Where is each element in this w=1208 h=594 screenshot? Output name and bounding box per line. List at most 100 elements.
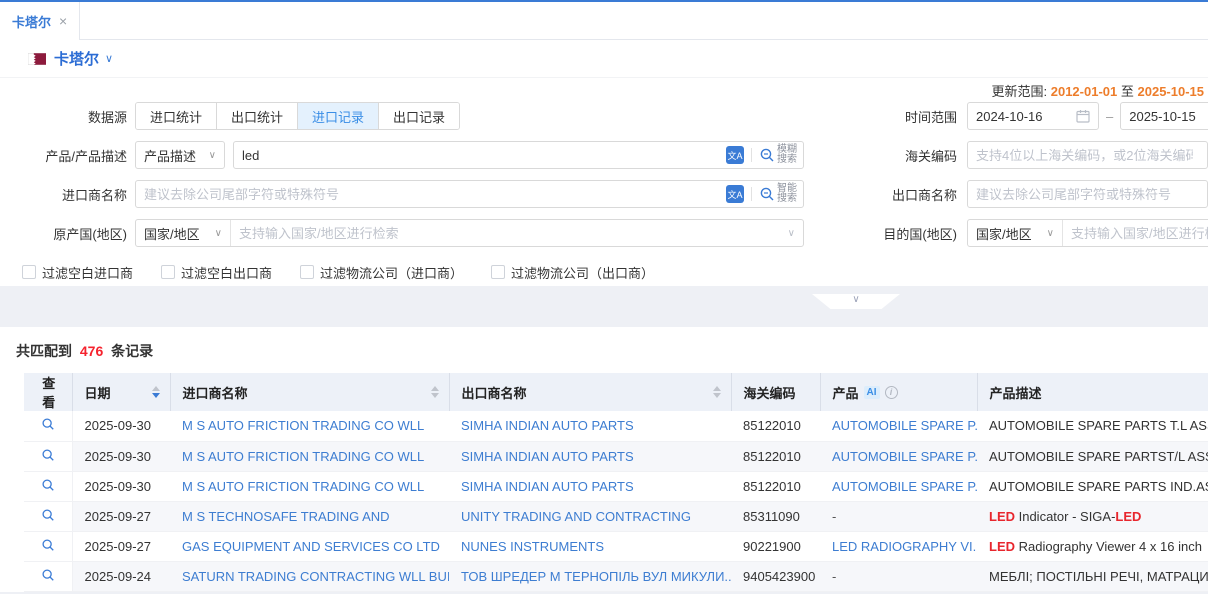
table-body: 2025-09-30M S AUTO FRICTION TRADING CO W… bbox=[24, 411, 1208, 591]
checkbox-box[interactable] bbox=[161, 265, 175, 279]
date-to-input[interactable]: 2025-10-15 bbox=[1120, 102, 1208, 130]
importer-link[interactable]: M S AUTO FRICTION TRADING CO WLL bbox=[182, 479, 424, 494]
collapse-filters-button[interactable]: ∨ bbox=[812, 294, 900, 309]
select-chevron-down-icon: ∨ bbox=[215, 228, 222, 239]
column-header[interactable]: 出口商名称 bbox=[449, 373, 731, 411]
table-row: 2025-09-27GAS EQUIPMENT AND SERVICES CO … bbox=[24, 531, 1208, 561]
view-magnifier-icon bbox=[41, 448, 55, 462]
update-range-to-word: 至 bbox=[1121, 84, 1134, 99]
view-record-button[interactable] bbox=[41, 568, 55, 582]
product-link[interactable]: AUTOMOBILE SPARE P... bbox=[832, 418, 977, 433]
exporter-search-box bbox=[967, 180, 1208, 208]
sort-desc-icon[interactable] bbox=[152, 393, 160, 398]
sort-asc-icon[interactable] bbox=[152, 386, 160, 391]
results-table: 查看日期进口商名称出口商名称海关编码产品AIi产品描述 2025-09-30M … bbox=[24, 373, 1208, 592]
info-icon[interactable]: i bbox=[885, 386, 898, 399]
date-from-input[interactable]: 2024-10-16 bbox=[967, 102, 1099, 130]
ai-badge: AI bbox=[864, 386, 880, 399]
view-record-button[interactable] bbox=[41, 538, 55, 552]
divider bbox=[751, 148, 752, 162]
column-header[interactable]: 进口商名称 bbox=[170, 373, 449, 411]
exporter-input[interactable] bbox=[968, 182, 1201, 206]
importer-link[interactable]: SATURN TRADING CONTRACTING WLL BUI... bbox=[182, 569, 449, 584]
view-record-button[interactable] bbox=[41, 478, 55, 492]
importer-link[interactable]: GAS EQUIPMENT AND SERVICES CO LTD bbox=[182, 539, 440, 554]
view-record-button[interactable] bbox=[41, 417, 55, 431]
filter-checkbox[interactable]: 过滤物流公司（进口商） bbox=[300, 263, 463, 282]
origin-country-select[interactable]: 国家/地区 ∨ bbox=[136, 220, 231, 246]
sort-desc-icon[interactable] bbox=[431, 393, 439, 398]
checkbox-label: 过滤空白出口商 bbox=[181, 263, 272, 282]
column-header[interactable]: 日期 bbox=[72, 373, 170, 411]
sort-asc-icon[interactable] bbox=[431, 386, 439, 391]
product-search-input[interactable] bbox=[234, 143, 726, 167]
view-magnifier-icon bbox=[41, 417, 55, 431]
collapse-band: ∨ bbox=[0, 294, 1208, 327]
highlighted-keyword: LED bbox=[1115, 509, 1141, 524]
results-table-wrap: 查看日期进口商名称出口商名称海关编码产品AIi产品描述 2025-09-30M … bbox=[24, 373, 1208, 592]
exporter-cell: SIMHA INDIAN AUTO PARTS bbox=[449, 411, 731, 441]
hs-code-input[interactable] bbox=[968, 143, 1201, 167]
exporter-link[interactable]: NUNES INSTRUMENTS bbox=[461, 539, 604, 554]
hs-code-box bbox=[967, 141, 1208, 169]
product-link[interactable]: AUTOMOBILE SPARE P... bbox=[832, 479, 977, 494]
fuzzy-search-button[interactable]: 模糊 搜索 bbox=[759, 145, 797, 165]
importer-link[interactable]: M S AUTO FRICTION TRADING CO WLL bbox=[182, 449, 424, 464]
desc-text: Indicator - SIGA- bbox=[1015, 509, 1115, 524]
exporter-link[interactable]: UNITY TRADING AND CONTRACTING bbox=[461, 509, 691, 524]
destination-country-input[interactable] bbox=[1063, 221, 1208, 245]
exporter-link[interactable]: SIMHA INDIAN AUTO PARTS bbox=[461, 449, 634, 464]
translate-icon[interactable]: 文A bbox=[726, 185, 744, 203]
checkbox-label: 过滤空白进口商 bbox=[42, 263, 133, 282]
exporter-link[interactable]: SIMHA INDIAN AUTO PARTS bbox=[461, 479, 634, 494]
checkbox-box[interactable] bbox=[300, 265, 314, 279]
tab-qatar[interactable]: 卡塔尔 × bbox=[0, 2, 80, 40]
sort-asc-icon[interactable] bbox=[713, 386, 721, 391]
sort-control[interactable] bbox=[713, 386, 721, 398]
importer-link[interactable]: M S AUTO FRICTION TRADING CO WLL bbox=[182, 418, 424, 433]
dropdown-chevron-down-icon[interactable]: ∨ bbox=[788, 228, 795, 239]
tab-close-icon[interactable]: × bbox=[59, 14, 67, 28]
origin-country-input[interactable] bbox=[231, 221, 788, 245]
hs-code-label: 海关编码 bbox=[875, 146, 957, 165]
checkbox-label: 过滤物流公司（进口商） bbox=[320, 263, 463, 282]
table-row: 2025-09-30M S AUTO FRICTION TRADING CO W… bbox=[24, 411, 1208, 441]
column-label: 产品描述 bbox=[990, 383, 1042, 402]
product-cell: - bbox=[820, 501, 977, 531]
exporter-link[interactable]: SIMHA INDIAN AUTO PARTS bbox=[461, 418, 634, 433]
view-record-button[interactable] bbox=[41, 508, 55, 522]
product-desc-cell: LED Radiography Viewer 4 x 16 inch bbox=[977, 531, 1208, 561]
importer-input[interactable] bbox=[136, 182, 726, 206]
smart-search-button[interactable]: 智能 搜索 bbox=[759, 184, 797, 204]
translate-icon[interactable]: 文A bbox=[726, 146, 744, 164]
filter-checkbox[interactable]: 过滤空白进口商 bbox=[22, 263, 133, 282]
datasource-option[interactable]: 出口记录 bbox=[379, 103, 459, 129]
product-type-select[interactable]: 产品描述 ∨ bbox=[135, 141, 225, 169]
checkbox-box[interactable] bbox=[491, 265, 505, 279]
product-cell: AUTOMOBILE SPARE P... bbox=[820, 471, 977, 501]
checkbox-box[interactable] bbox=[22, 265, 36, 279]
desc-text: AUTOMOBILE SPARE PARTS IND.ASS... bbox=[989, 479, 1208, 494]
importer-cell: M S AUTO FRICTION TRADING CO WLL bbox=[170, 411, 449, 441]
collapse-chevron-down-icon: ∨ bbox=[852, 294, 859, 306]
product-link[interactable]: AUTOMOBILE SPARE P... bbox=[832, 449, 977, 464]
sort-control[interactable] bbox=[152, 386, 160, 398]
exporter-link[interactable]: ТОВ ШРЕДЕР М ТЕРНОПІЛЬ ВУЛ МИКУЛИ... bbox=[461, 569, 731, 584]
importer-link[interactable]: M S TECHNOSAFE TRADING AND bbox=[182, 509, 390, 524]
product-link[interactable]: LED RADIOGRAPHY VI... bbox=[832, 539, 977, 554]
sort-control[interactable] bbox=[431, 386, 439, 398]
datasource-option[interactable]: 进口统计 bbox=[136, 103, 217, 129]
datasource-option[interactable]: 出口统计 bbox=[217, 103, 298, 129]
view-record-button[interactable] bbox=[41, 448, 55, 462]
filter-checkbox[interactable]: 过滤空白出口商 bbox=[161, 263, 272, 282]
title-chevron-down-icon[interactable]: ∨ bbox=[105, 52, 113, 65]
exporter-label: 出口商名称 bbox=[875, 185, 957, 204]
filter-checkbox[interactable]: 过滤物流公司（出口商） bbox=[491, 263, 654, 282]
exporter-cell: SIMHA INDIAN AUTO PARTS bbox=[449, 471, 731, 501]
sort-desc-icon[interactable] bbox=[713, 393, 721, 398]
datasource-option[interactable]: 进口记录 bbox=[298, 103, 379, 129]
filter-row-datasource: 数据源 进口统计出口统计进口记录出口记录 时间范围 2024-10-16 – 2… bbox=[0, 102, 1208, 130]
view-cell bbox=[24, 441, 72, 471]
destination-country-select[interactable]: 国家/地区 ∨ bbox=[968, 220, 1063, 246]
column-label: 进口商名称 bbox=[183, 383, 248, 402]
